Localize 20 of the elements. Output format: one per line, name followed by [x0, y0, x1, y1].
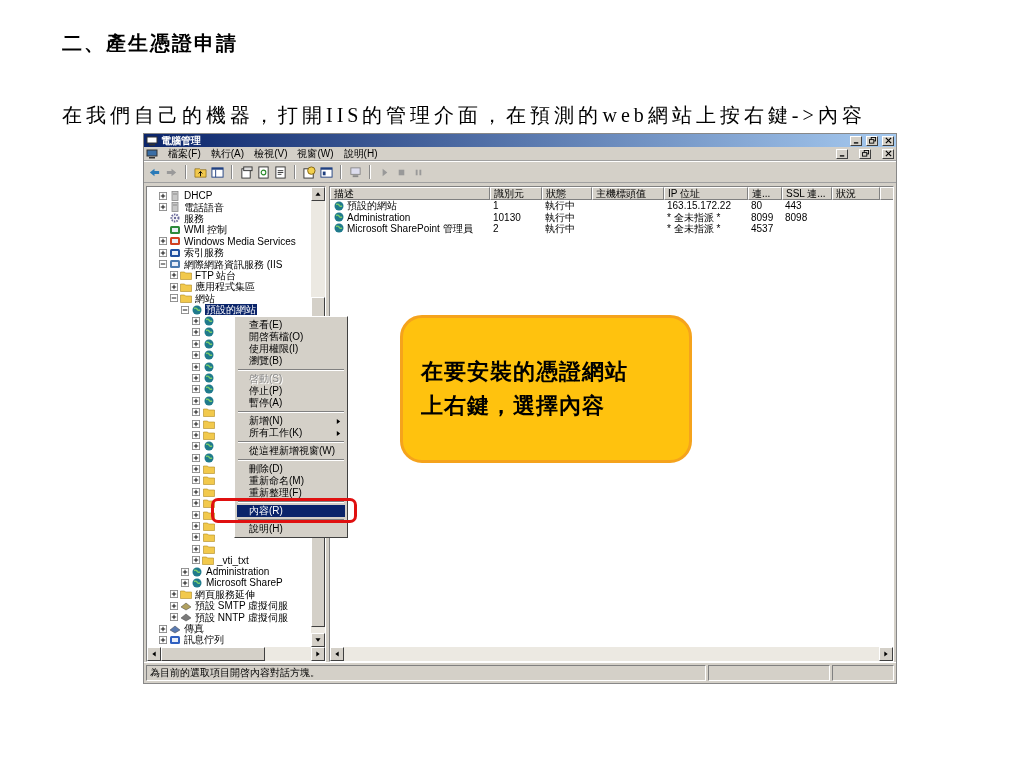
callout-text: 在要安裝的憑證網站 — [421, 358, 629, 386]
window-title: 電腦管理 — [161, 134, 201, 147]
instruction-text: 在我們自己的機器，打開IIS的管理介面，在預測的web網站上按右鍵->內容 — [62, 103, 867, 128]
status-text: 為目前的選取項目開啓內容對話方塊。 — [146, 665, 706, 681]
table-cell: 8099 — [751, 211, 774, 223]
table-cell: 443 — [785, 200, 802, 212]
table-cell: 執行中 — [545, 211, 575, 223]
slide-heading: 二、產生憑證申請 — [62, 31, 239, 56]
table-cell: 163.15.172.22 — [667, 200, 731, 212]
table-cell: 8098 — [785, 211, 808, 223]
table-cell: * 全未指派 * — [667, 211, 721, 223]
table-cell: 執行中 — [545, 200, 575, 212]
table-cell: 80 — [751, 200, 763, 212]
table-cell: 執行中 — [545, 222, 575, 234]
table-cell: 2 — [493, 222, 499, 234]
table-cell: 10130 — [493, 211, 521, 223]
table-cell: 1 — [493, 200, 499, 212]
table-cell: 4537 — [751, 222, 774, 234]
callout-text: 上右鍵，選擇內容 — [421, 392, 606, 420]
table-cell: * 全未指派 * — [667, 222, 721, 234]
